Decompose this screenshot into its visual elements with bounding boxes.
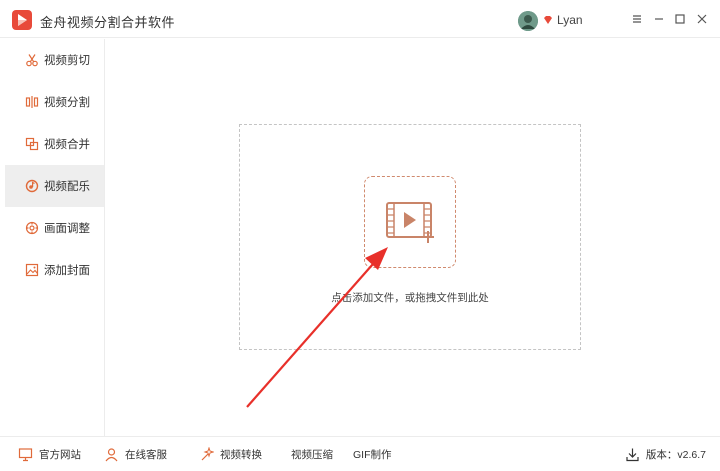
- sidebar-item-label: 视频合并: [44, 139, 90, 151]
- sidebar-item-add-cover[interactable]: 添加封面: [5, 249, 104, 291]
- split-icon: [25, 96, 39, 108]
- sidebar-item-video-music[interactable]: 视频配乐: [5, 165, 104, 207]
- add-video-icon: [386, 202, 434, 243]
- sidebar-item-picture-adjust[interactable]: 画面调整: [5, 207, 104, 249]
- file-drop-zone[interactable]: 点击添加文件，或拖拽文件到此处: [239, 124, 581, 350]
- monitor-icon: [18, 448, 33, 462]
- sparkle-icon: [201, 447, 214, 461]
- add-file-button[interactable]: [364, 176, 456, 268]
- title-bar: 金舟视频分割合并软件 Lyan: [0, 0, 720, 38]
- download-icon: [626, 448, 639, 462]
- video-compress-label: 视频压缩: [291, 449, 333, 461]
- scissors-icon: [26, 54, 38, 67]
- vip-diamond-icon: [544, 16, 552, 24]
- music-icon: [25, 179, 39, 193]
- menu-icon[interactable]: [630, 12, 644, 26]
- image-icon: [25, 263, 39, 277]
- app-title: 金舟视频分割合并软件: [40, 15, 176, 30]
- version-label: 版本：v2.6.7: [645, 449, 706, 461]
- minimize-icon[interactable]: [652, 12, 666, 26]
- drop-hint-text: 点击添加文件，或拖拽文件到此处: [331, 292, 489, 304]
- maximize-icon[interactable]: [673, 12, 687, 26]
- main-panel: 点击添加文件，或拖拽文件到此处: [106, 39, 720, 436]
- merge-icon: [25, 137, 39, 151]
- video-convert-label: 视频转换: [220, 449, 262, 461]
- sidebar-item-label: 视频分割: [44, 97, 90, 109]
- avatar[interactable]: [518, 11, 538, 31]
- official-site-link[interactable]: 官方网站: [18, 447, 81, 462]
- video-compress-link[interactable]: 视频压缩: [291, 447, 333, 462]
- app-logo-icon: [12, 10, 32, 30]
- online-service-label: 在线客服: [125, 449, 167, 461]
- sidebar-item-label: 视频配乐: [44, 181, 90, 193]
- sidebar-item-video-cut[interactable]: 视频剪切: [5, 39, 104, 81]
- official-site-label: 官方网站: [39, 449, 81, 461]
- sidebar: 视频剪切 视频分割 视频合并 视频配乐 画面调整 添加封面: [5, 39, 105, 436]
- online-service-link[interactable]: 在线客服: [104, 447, 167, 462]
- version-info[interactable]: 版本：v2.6.7: [625, 447, 706, 462]
- sidebar-item-label: 画面调整: [44, 223, 90, 235]
- close-icon[interactable]: [695, 12, 709, 26]
- video-convert-link[interactable]: 视频转换: [199, 447, 262, 462]
- gif-make-label: GIF制作: [353, 449, 392, 461]
- sidebar-item-label: 添加封面: [44, 265, 90, 277]
- footer-bar: 官方网站 在线客服 视频转换 视频压缩 GIF制作 版本：v2.6.7: [0, 436, 720, 471]
- sidebar-item-video-split[interactable]: 视频分割: [5, 81, 104, 123]
- username[interactable]: Lyan: [557, 13, 583, 27]
- customer-service-icon: [105, 448, 118, 462]
- sidebar-item-video-merge[interactable]: 视频合并: [5, 123, 104, 165]
- gif-make-link[interactable]: GIF制作: [353, 447, 392, 462]
- sidebar-item-label: 视频剪切: [44, 55, 90, 67]
- adjust-icon: [25, 221, 39, 235]
